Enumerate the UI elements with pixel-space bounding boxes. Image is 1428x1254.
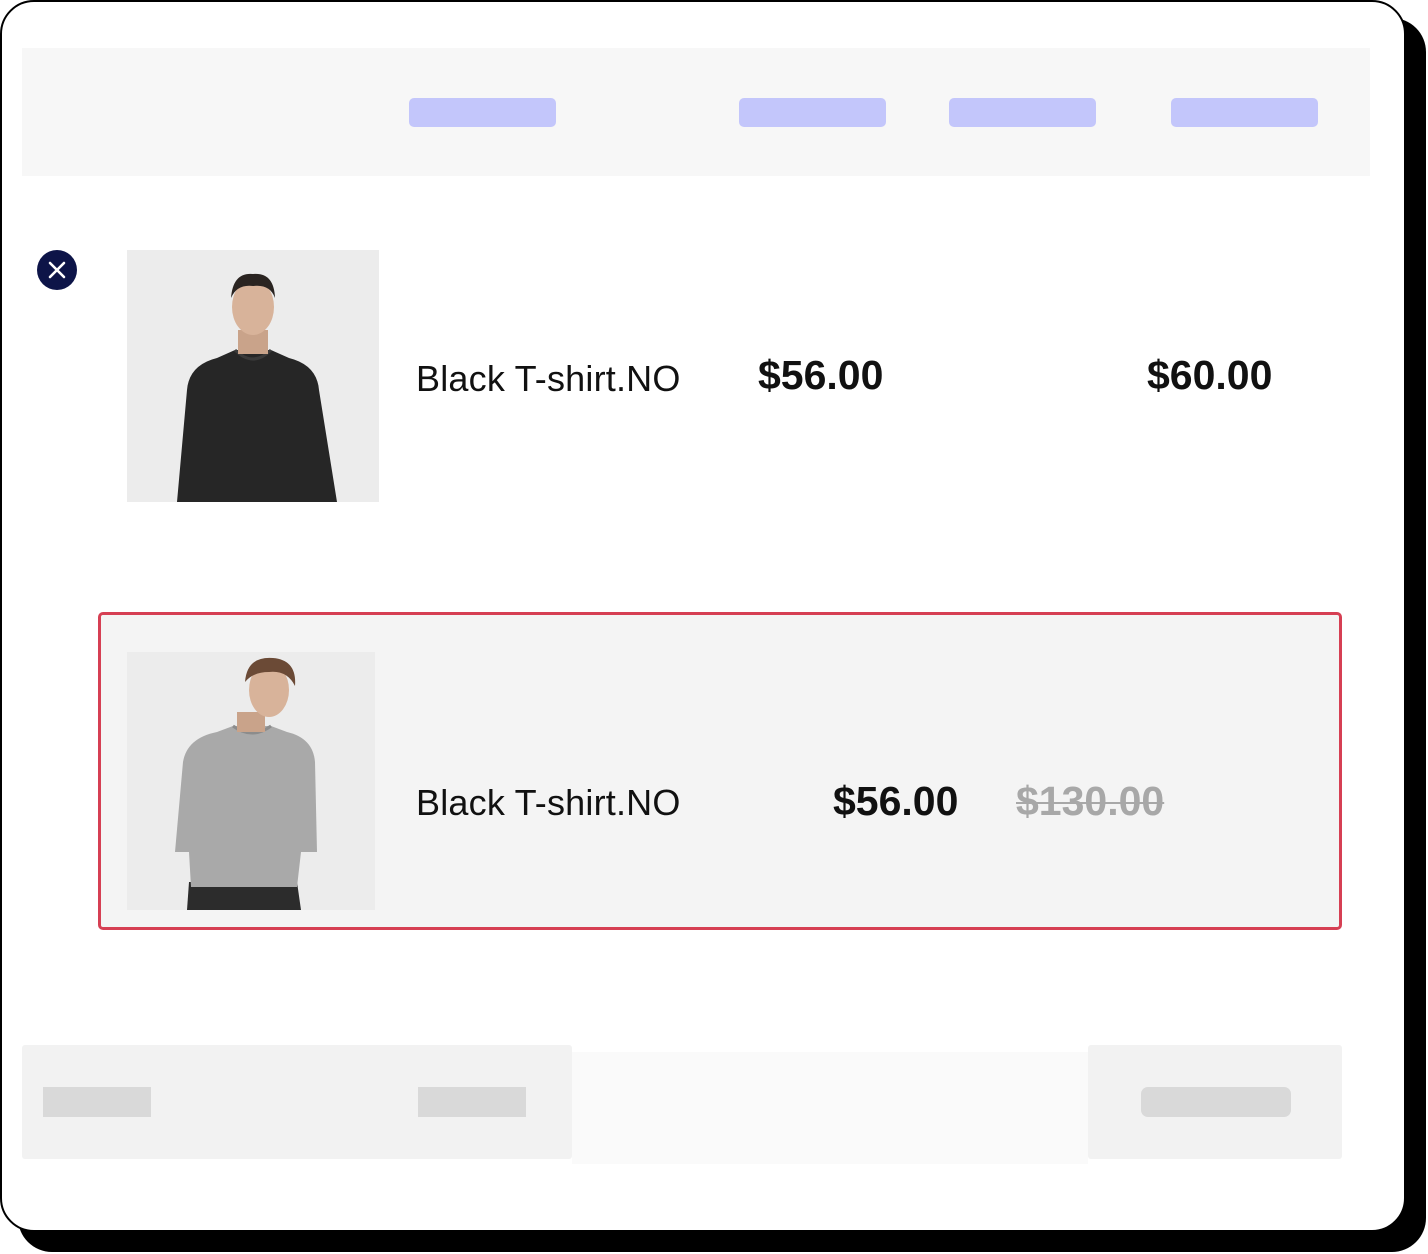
header-placeholder-product bbox=[409, 98, 556, 127]
header-placeholder-price bbox=[739, 98, 886, 127]
cart-card: Black T-shirt.NO $56.00 $60.00 Black T-s… bbox=[0, 0, 1406, 1232]
close-icon bbox=[48, 261, 66, 279]
header-placeholder-quantity bbox=[949, 98, 1096, 127]
coupon-section-placeholder bbox=[22, 1045, 572, 1159]
cart-table-header bbox=[22, 48, 1370, 176]
apply-coupon-button-placeholder[interactable] bbox=[418, 1087, 526, 1117]
update-cart-button-placeholder[interactable] bbox=[1141, 1087, 1291, 1117]
remove-item-button[interactable] bbox=[37, 250, 77, 290]
product-image-black-sweater[interactable] bbox=[127, 250, 379, 502]
product-sale-price: $56.00 bbox=[833, 778, 959, 824]
coupon-input-placeholder[interactable] bbox=[43, 1087, 151, 1117]
product-subtotal: $60.00 bbox=[1147, 352, 1273, 398]
header-placeholder-subtotal bbox=[1171, 98, 1318, 127]
product-name[interactable]: Black T-shirt.NO bbox=[416, 782, 681, 824]
product-original-price: $130.00 bbox=[1016, 778, 1165, 824]
update-cart-section-placeholder bbox=[1088, 1045, 1342, 1159]
product-name[interactable]: Black T-shirt.NO bbox=[416, 358, 681, 400]
product-price: $56.00 bbox=[758, 352, 884, 398]
product-image-gray-sweater[interactable] bbox=[127, 652, 375, 910]
footer-spacer bbox=[572, 1052, 1088, 1164]
